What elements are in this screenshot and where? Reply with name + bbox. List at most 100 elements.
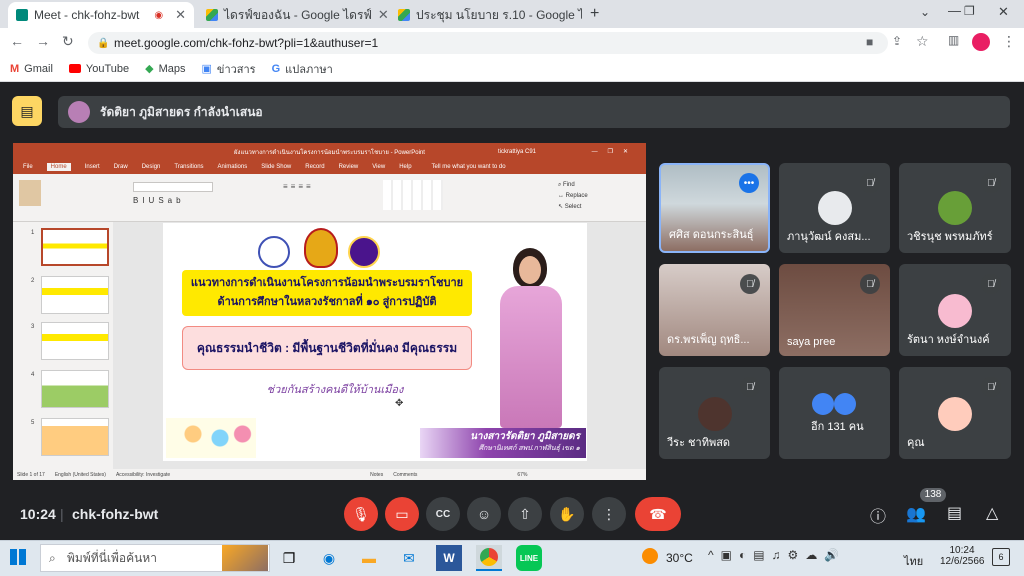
participant-count-badge: 138 [920,488,946,502]
participant-name: คุณ [907,437,925,449]
window-dropdown-icon[interactable]: ⌄ [920,5,930,19]
raise-hand-button[interactable]: ✋ [550,497,584,531]
ppt-tab[interactable]: Review [339,164,359,170]
ppt-tab[interactable]: Transitions [174,164,203,170]
ppt-tab[interactable]: Slide Show [261,164,291,170]
slide-thumbnail[interactable] [41,418,109,456]
slide-thumbnail[interactable] [41,322,109,360]
bookmark-gmail[interactable]: M Gmail [10,63,53,75]
shapes-gallery[interactable] [383,180,443,210]
file-explorer-icon[interactable]: ▬ [356,545,382,571]
ppt-tab[interactable]: View [372,164,385,170]
ppt-tab[interactable]: Help [399,164,411,170]
address-bar[interactable]: 🔒 meet.google.com/chk-fohz-bwt?pli=1&aut… [88,32,888,54]
ppt-tab[interactable]: Record [305,164,324,170]
windows-start-icon[interactable] [10,549,26,565]
participant-tile[interactable]: 🎙̸ วีระ ชาทิพสด [659,367,770,459]
ppt-tab[interactable]: Animations [218,164,248,170]
participant-tile[interactable]: 🎙̸ วชิรนุช พรหมภัทร์ [899,163,1011,253]
slide-thumbnail[interactable] [41,370,109,408]
ppt-tab[interactable]: Insert [85,164,100,170]
info-icon[interactable]: ⓘ [870,503,886,527]
tab-meet[interactable]: Meet - chk-fohz-bwt ◉ ✕ [8,2,194,28]
emoji-button[interactable]: ☺ [467,497,501,531]
recording-dot-icon: ◉ [154,9,164,21]
bookmark-translate[interactable]: G แปลภาษา [272,60,333,78]
separator: | [60,506,64,522]
present-button[interactable]: ⇧ [508,497,542,531]
font-box[interactable] [133,182,213,192]
forward-icon[interactable]: → [36,33,50,49]
ppt-tab[interactable]: File [23,164,33,170]
participant-tile[interactable]: 🎙̸ ภานุวัฒน์ คงสม... [779,163,890,253]
system-tray-icons[interactable]: ^▣◐▤♫⚙☁🔊 [708,548,846,562]
participant-tile[interactable]: 🎙̸ saya pree [779,264,890,356]
restore-button[interactable]: ❐ [964,4,975,18]
profile-avatar[interactable] [972,33,990,51]
close-tab-icon[interactable]: ✕ [175,7,186,23]
mic-off-icon: 🎙̸ [740,377,760,397]
emblem-logo [304,228,338,268]
share-icon[interactable]: ⇪ [892,34,902,48]
participant-tile[interactable]: 🎙̸ ดร.พรเพ็ญ ฤทธิ... [659,264,770,356]
participant-name: ศศิส ดอนกระสินธุ์ [669,229,754,241]
ppt-tell-me[interactable]: Tell me what you want to do [432,164,506,170]
tab-drive[interactable]: ไดรฟ์ของฉัน - Google ไดรฟ์ ✕ [198,2,388,28]
slide-thumbnail[interactable] [41,228,109,266]
maps-icon: ◆ [145,63,154,75]
word-icon[interactable]: W [436,545,462,571]
edge-icon[interactable]: ◉ [316,545,342,571]
weather-temp[interactable]: 30°C [666,551,693,565]
bookmark-news[interactable]: ▣ ข่าวสาร [202,60,256,78]
close-window-button[interactable]: ✕ [998,4,1009,20]
slide-thumbnail[interactable] [41,276,109,314]
mail-icon[interactable]: ✉ [396,545,422,571]
youtube-icon [68,64,81,73]
editing-group[interactable]: ⌕ Find ↔ Replace ↖ Select [558,180,588,213]
back-icon[interactable]: ← [10,33,24,49]
font-format-icons[interactable]: BIUSab [133,196,185,205]
minimize-button[interactable]: — [948,3,961,18]
task-view-icon[interactable]: ❐ [276,545,302,571]
tab-title: Meet - chk-fohz-bwt [34,8,140,22]
paste-icon[interactable] [19,180,41,206]
participant-name: ภานุวัฒน์ คงสม... [787,231,871,243]
camera-toggle-button[interactable]: ▭ [385,497,419,531]
participant-tile[interactable]: ••• ศศิส ดอนกระสินธุ์ [659,163,770,253]
tab-drive-meeting[interactable]: ประชุม นโยบาย ร.10 - Google ไดรฟ์ ✕ [390,2,582,28]
bookmark-maps[interactable]: ◆ Maps [145,62,185,76]
chrome-icon[interactable] [476,545,502,571]
mic-off-icon: 🎙̸ [740,274,760,294]
activities-icon[interactable]: △ [986,503,998,523]
reload-icon[interactable]: ↻ [62,33,74,50]
menu-kebab-icon[interactable]: ⋮ [1002,33,1016,50]
clock[interactable]: 10:24 12/6/2566 [940,545,985,567]
self-tile[interactable]: 🎙̸ คุณ [899,367,1011,459]
ppt-tab[interactable]: Draw [114,164,128,170]
line-icon[interactable]: LINE [516,545,542,571]
gmail-icon: M [10,62,20,75]
notification-center[interactable]: 6 [992,548,1010,566]
input-language[interactable]: ไทย [904,552,923,570]
people-icon[interactable]: 👥 [906,504,926,524]
bookmark-star-icon[interactable]: ☆ [916,33,929,50]
captions-button[interactable]: CC [426,497,460,531]
chat-icon[interactable]: ▤ [947,503,962,523]
paragraph-icons[interactable]: ≡≡≡≡ [283,182,314,191]
side-panel-icon[interactable]: ▥ [948,33,959,47]
bookmarks-bar: M Gmail YouTube ◆ Maps ▣ ข่าวสาร G แปลภาษา [0,56,1024,82]
close-tab-icon[interactable]: ✕ [378,7,388,23]
mic-toggle-button[interactable]: 🎙 [344,497,378,531]
leave-call-button[interactable]: ☎ [635,497,681,531]
ppt-window-controls: —❐✕ [591,149,638,155]
camera-icon[interactable]: ■ [866,35,873,49]
participant-tile[interactable]: 🎙̸ รัตนา หงษ์จำนงค์ [899,264,1011,356]
more-options-icon[interactable]: ••• [739,173,759,193]
bookmark-youtube[interactable]: YouTube [68,63,129,75]
more-participants-tile[interactable]: อีก 131 คน [779,367,890,459]
ppt-tab[interactable]: Design [142,164,161,170]
new-tab-button[interactable]: + [590,5,599,23]
presentation-icon[interactable]: ▤ [12,96,42,126]
more-options-button[interactable]: ⋮ [592,497,626,531]
ppt-tab-home[interactable]: Home [46,163,71,171]
